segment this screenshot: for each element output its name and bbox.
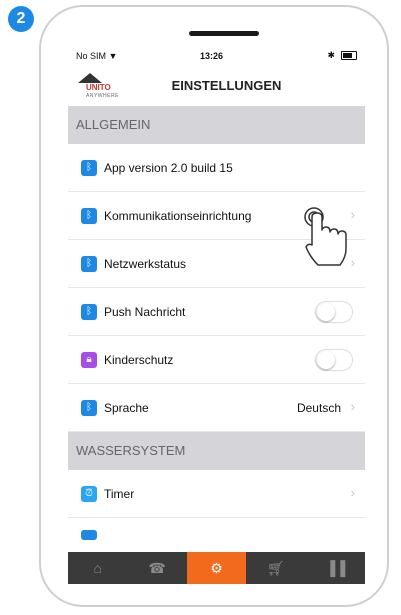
status-bar: No SIM ▼ 13:26 ✱ (68, 46, 365, 66)
step-number-badge: 2 (8, 6, 34, 32)
phone-icon: ☎︎ (148, 559, 166, 576)
settings-row-app-version: ᛒ App version 2.0 build 15 (68, 144, 365, 192)
tab-settings[interactable]: ⚙︎ (186, 552, 247, 584)
tab-phone[interactable]: ☎︎ (127, 552, 186, 584)
home-icon: ⌂ (93, 560, 102, 576)
section-header-allgemein: ALLGEMEIN (68, 106, 365, 144)
bluetooth-status-icon: ✱ (327, 50, 335, 60)
sprache-value: Deutsch (296, 401, 341, 415)
settings-row-push-nachricht: ᛒ Push Nachricht (68, 288, 365, 336)
push-nachricht-toggle[interactable] (315, 301, 353, 323)
cart-icon: 🛒︎ (267, 559, 285, 576)
carrier-label: No SIM ▼ (76, 51, 118, 61)
tab-statistics[interactable]: ▐▐ (306, 552, 365, 584)
bluetooth-icon: ᛒ (81, 160, 97, 176)
tab-home[interactable]: ⌂ (68, 552, 127, 584)
timer-icon: ⏰︎ (81, 486, 97, 502)
phone-screen: No SIM ▼ 13:26 ✱ UNITO ANYWHERE EINSTELL… (68, 46, 365, 584)
bluetooth-icon: ᛒ (81, 208, 97, 224)
settings-row-sprache[interactable]: ᛒ Sprache Deutsch › (68, 384, 365, 432)
bottom-tab-bar: ⌂ ☎︎ ⚙︎ 🛒︎ ▐▐ (68, 552, 365, 584)
chevron-right-icon: › (350, 485, 355, 500)
settings-gear-icon: ⚙︎ (210, 559, 223, 576)
phone-speaker (189, 31, 259, 36)
settings-row-kinderschutz: 🔒︎ Kinderschutz (68, 336, 365, 384)
bluetooth-icon: ᛒ (81, 256, 97, 272)
section-header-wassersystem: WASSERSYSTEM (68, 432, 365, 470)
app-header: UNITO ANYWHERE EINSTELLUNGEN (68, 66, 365, 106)
kinderschutz-toggle[interactable] (315, 349, 353, 371)
bar-chart-icon: ▐▐ (325, 560, 346, 576)
status-time: 13:26 (200, 51, 224, 61)
lock-icon: 🔒︎ (81, 352, 97, 368)
wifi-icon: ▼ (108, 51, 118, 61)
tapping-hand-icon (304, 207, 347, 266)
bluetooth-icon: ᛒ (81, 400, 97, 416)
chevron-right-icon: › (350, 399, 355, 414)
page-title: EINSTELLUNGEN (171, 78, 282, 93)
battery-icon (341, 51, 357, 60)
tab-cart[interactable]: 🛒︎ (246, 552, 305, 584)
settings-row-timer[interactable]: ⏰︎ Timer › (68, 470, 365, 518)
bluetooth-icon (81, 530, 97, 540)
bluetooth-icon: ᛒ (81, 304, 97, 320)
